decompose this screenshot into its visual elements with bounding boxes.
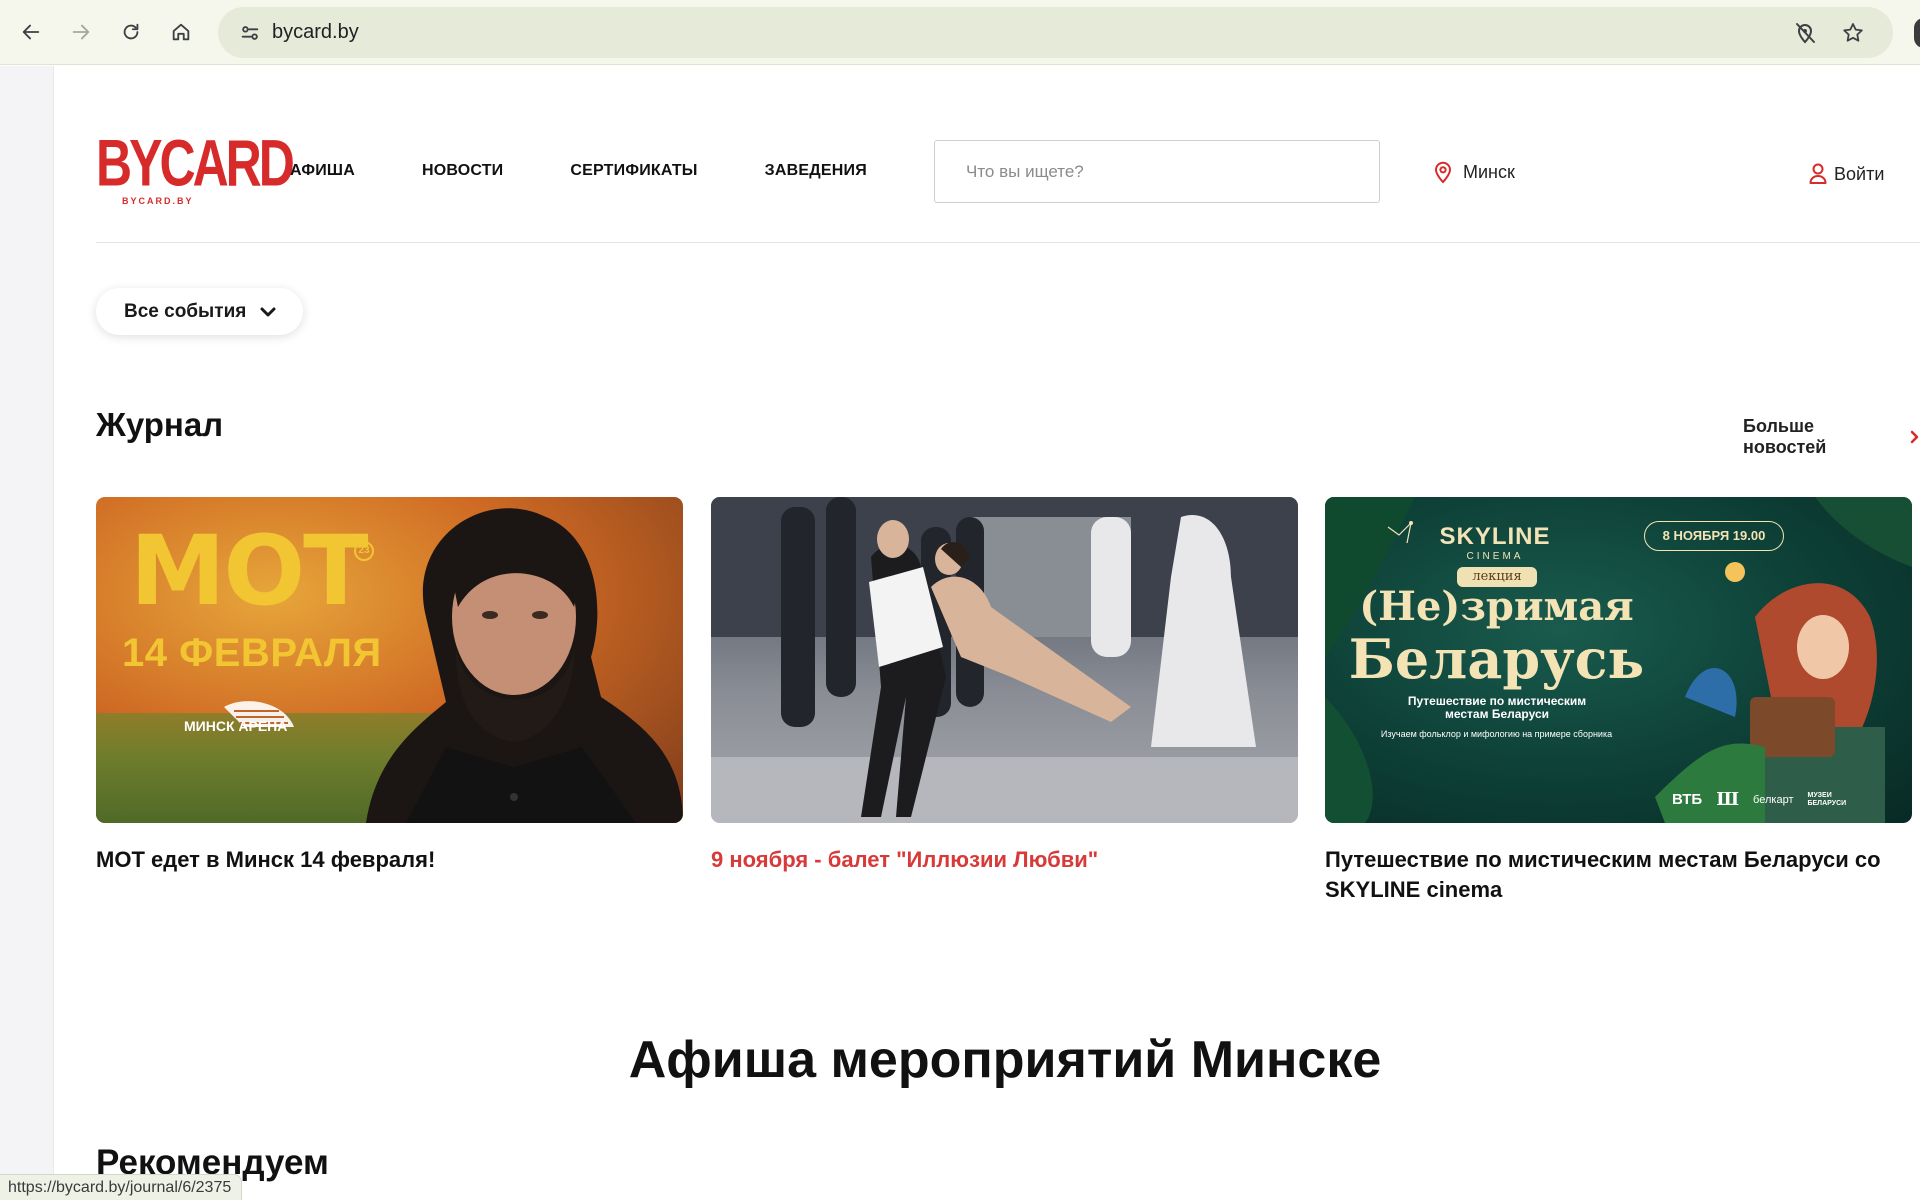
login-button[interactable]: Войти — [1808, 162, 1884, 186]
forward-button[interactable] — [61, 12, 101, 52]
status-bar-url: https://bycard.by/journal/6/2375 — [0, 1174, 243, 1200]
poster-headline: Беларусь — [1348, 627, 1645, 691]
journal-card[interactable]: 9 ноября - балет "Иллюзии Любви" — [711, 497, 1298, 875]
user-icon — [1809, 163, 1827, 184]
back-button[interactable] — [11, 12, 51, 52]
profile-avatar[interactable] — [1914, 18, 1920, 48]
chevron-right-icon — [1910, 430, 1919, 444]
city-label: Минск — [1463, 161, 1515, 182]
browser-toolbar: bycard.by — [0, 0, 1920, 65]
poster-headline: (Не)зримая — [1359, 583, 1634, 630]
arrow-left-icon — [22, 24, 40, 40]
site-settings-icon[interactable] — [228, 22, 272, 44]
nav-venues[interactable]: ЗАВЕДЕНИЯ — [765, 162, 867, 180]
events-filter-label: Все события — [124, 300, 247, 322]
journal-card-title[interactable]: МОТ едет в Минск 14 февраля! — [96, 845, 683, 875]
nav-news[interactable]: НОВОСТИ — [422, 162, 503, 180]
poster-subtitle: Путешествие по мистическим местам Белару… — [1407, 694, 1587, 721]
bycard-logo[interactable]: BYCARD BYCARD.BY — [96, 130, 295, 212]
map-pin-icon — [1434, 161, 1452, 184]
constellation-icon — [1387, 521, 1413, 544]
journal-card[interactable]: МОТ 23 14 ФЕВРАЛЯ МИНСК АРЕНА МОТ едет в… — [96, 497, 683, 875]
poster-partners: ВТБ Ш белкарт МУЗЕИ БЕЛАРУСИ — [1672, 789, 1847, 810]
poster-venue: МИНСК АРЕНА — [184, 718, 288, 734]
journal-card-title[interactable]: 9 ноября - балет "Иллюзии Любви" — [711, 845, 1298, 875]
skyline-brand: SKYLINE CINEMA — [1387, 521, 1565, 562]
journal-card-image[interactable]: SKYLINE CINEMA 8 НОЯБРЯ 19.00 лекция (Не… — [1325, 497, 1912, 823]
poster-date: 14 ФЕВРАЛЯ — [122, 631, 382, 675]
main-nav: АФИША НОВОСТИ СЕРТИФИКАТЫ ЗАВЕДЕНИЯ — [290, 162, 934, 180]
journal-card-image[interactable] — [711, 497, 1298, 823]
ballet-photo — [711, 497, 1298, 823]
journal-card[interactable]: SKYLINE CINEMA 8 НОЯБРЯ 19.00 лекция (Не… — [1325, 497, 1912, 905]
location-off-icon[interactable] — [1793, 21, 1817, 45]
more-news-label: Больше новостей — [1743, 416, 1827, 457]
nav-afisha[interactable]: АФИША — [290, 162, 355, 180]
reload-icon — [123, 23, 139, 40]
poster-artist-name: МОТ — [130, 515, 369, 627]
chevron-down-icon — [260, 307, 276, 316]
home-icon — [172, 23, 190, 41]
home-button[interactable] — [161, 12, 201, 52]
city-picker[interactable]: Минск — [1433, 160, 1515, 184]
login-label: Войти — [1834, 163, 1885, 184]
nav-certificates[interactable]: СЕРТИФИКАТЫ — [570, 162, 697, 180]
arrow-right-icon — [72, 24, 90, 40]
search-input[interactable] — [934, 140, 1380, 203]
poster-date-badge: 8 НОЯБРЯ 19.00 — [1644, 521, 1784, 551]
events-filter-dropdown[interactable]: Все события — [96, 288, 303, 335]
reload-button[interactable] — [111, 12, 151, 52]
header-divider — [96, 242, 1920, 243]
url-text[interactable]: bycard.by — [272, 21, 359, 44]
site-header: BYCARD BYCARD.BY АФИША НОВОСТИ СЕРТИФИКА… — [96, 120, 1920, 243]
more-news-link[interactable]: Больше новостей — [1743, 416, 1920, 458]
journal-card-title[interactable]: Путешествие по мистическим местам Белару… — [1325, 845, 1912, 905]
bookmark-star-icon[interactable] — [1841, 21, 1865, 45]
poster-small-text: Изучаем фольклор и мифологию на примере … — [1380, 729, 1613, 739]
artist-photo — [366, 508, 683, 823]
address-bar[interactable]: bycard.by — [218, 7, 1893, 58]
afisha-heading: Афиша мероприятий Минске — [628, 1031, 1382, 1089]
journal-card-image[interactable]: МОТ 23 14 ФЕВРАЛЯ МИНСК АРЕНА — [96, 497, 683, 823]
journal-heading: Журнал — [96, 406, 224, 443]
